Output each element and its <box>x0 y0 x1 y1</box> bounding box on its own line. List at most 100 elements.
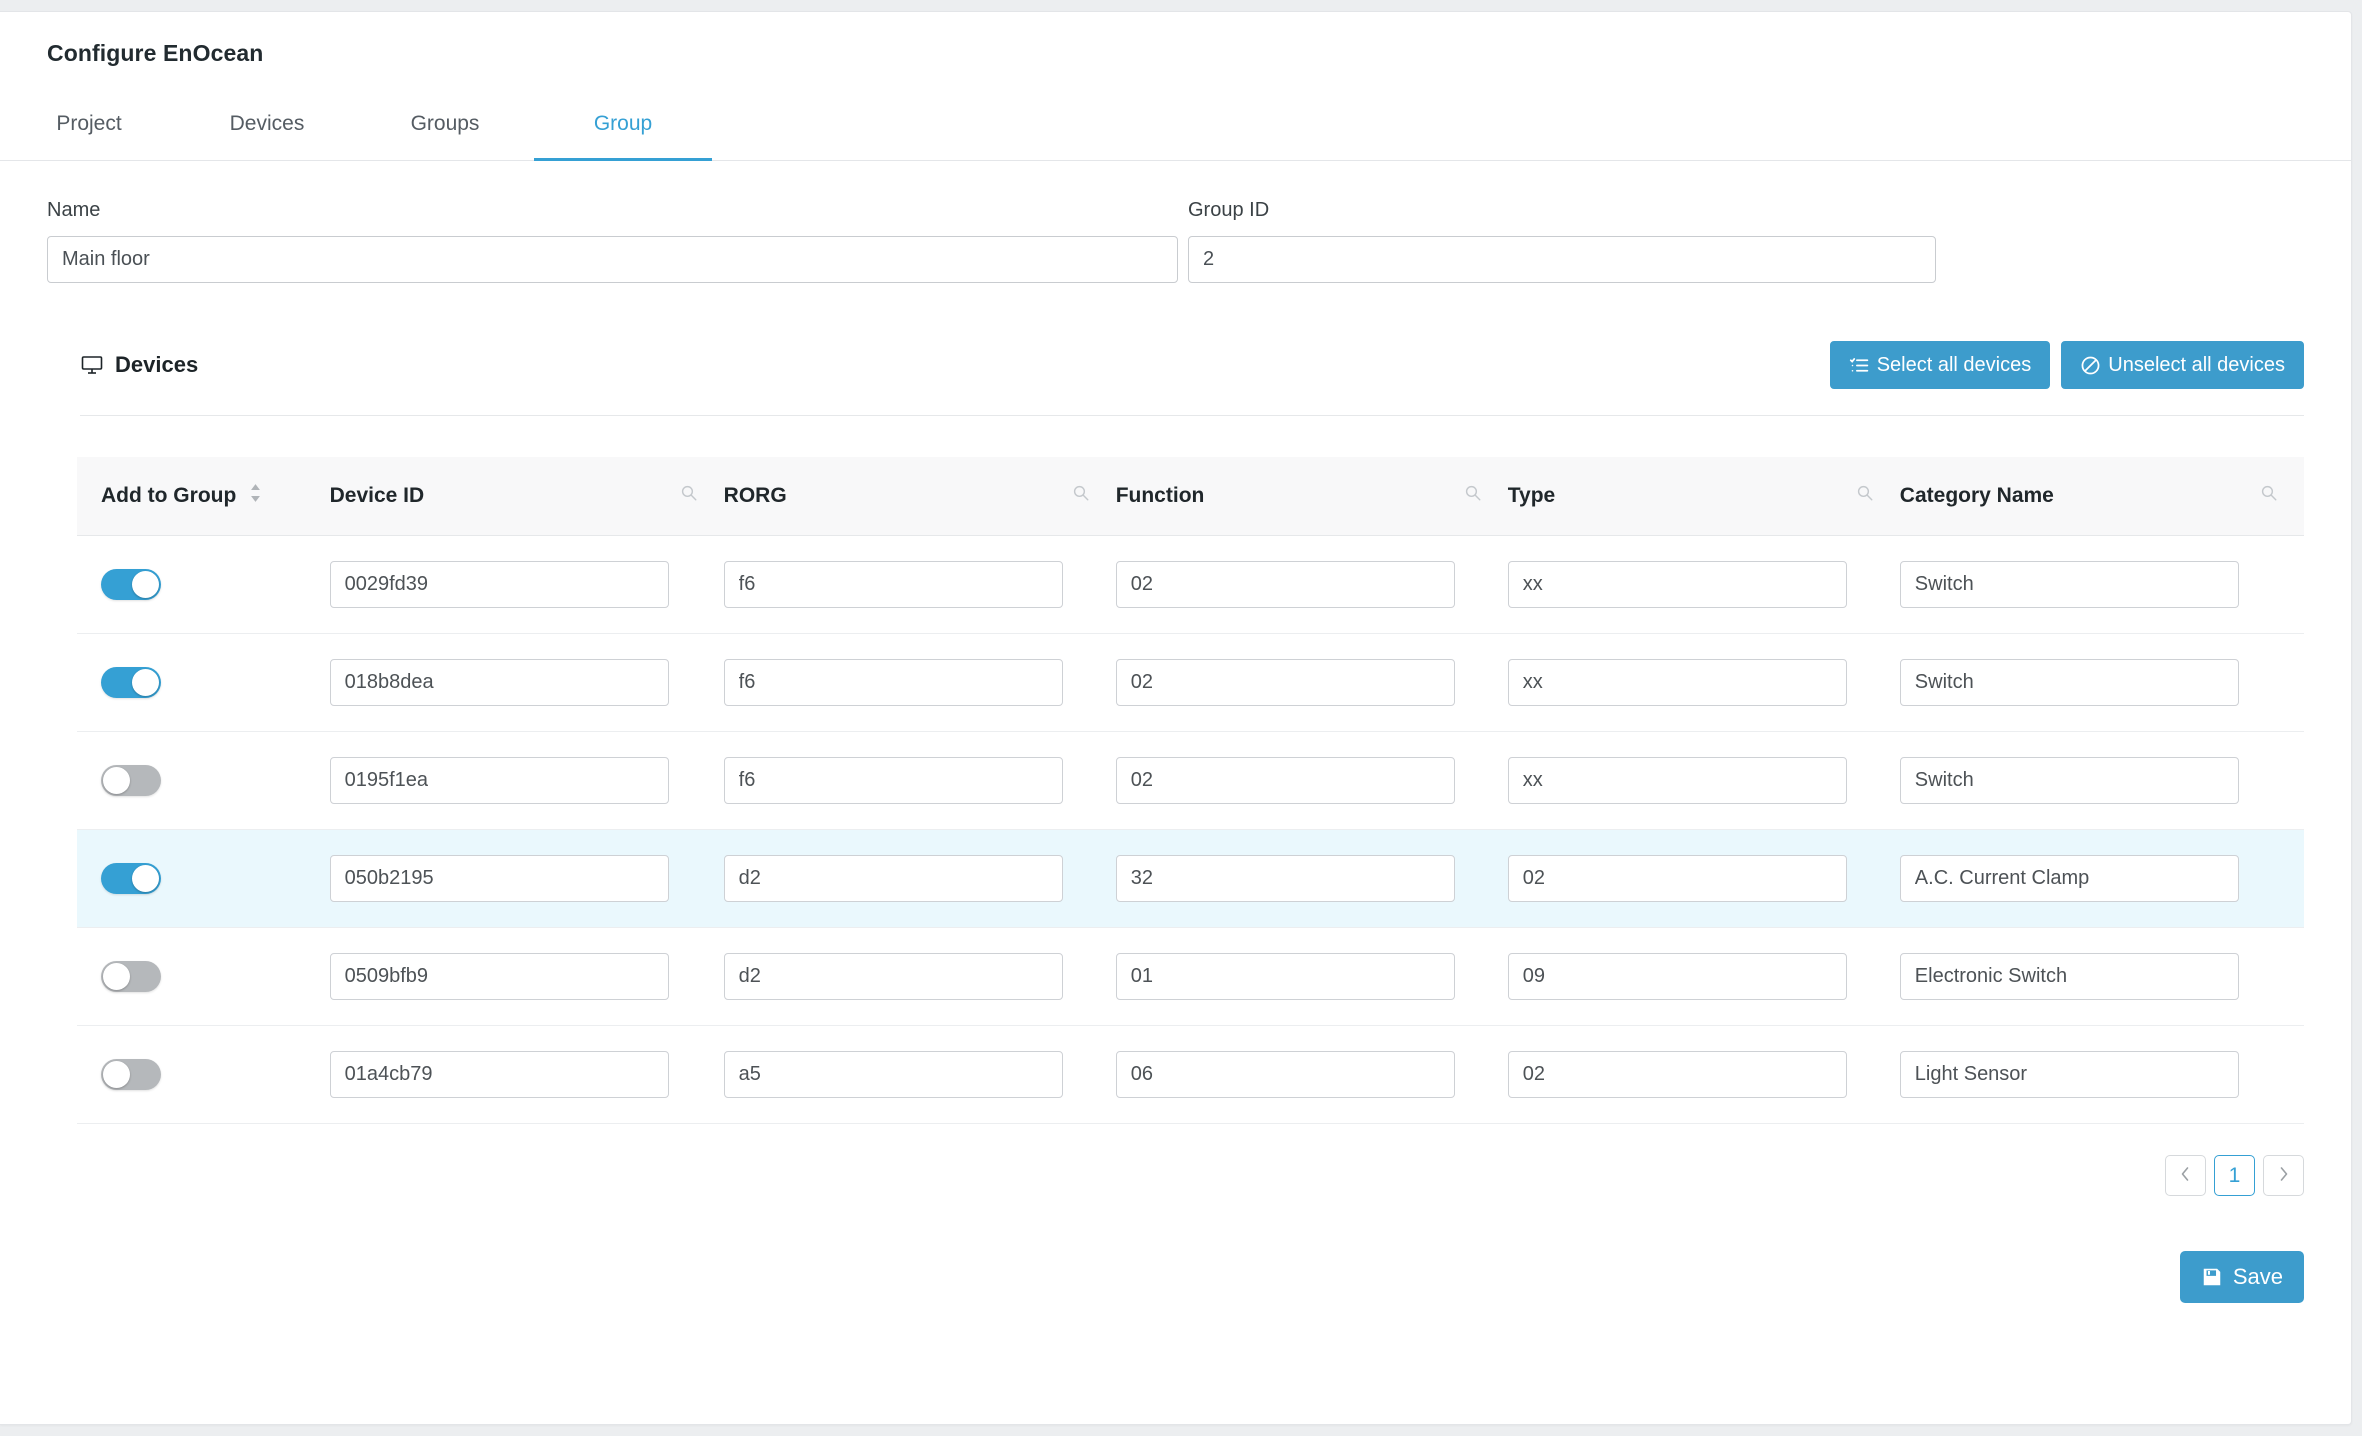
search-icon[interactable] <box>1072 484 1090 508</box>
select-all-devices-label: Select all devices <box>1876 353 2032 376</box>
category-cell <box>1899 536 2304 634</box>
page-root: Configure EnOcean Project Devices Groups Gr… <box>0 0 2362 1436</box>
device-id-cell <box>329 634 724 732</box>
rorg-cell <box>723 1026 1116 1124</box>
search-icon[interactable] <box>1464 484 1482 508</box>
search-icon[interactable] <box>2260 484 2278 508</box>
function-cell <box>1115 1026 1508 1124</box>
rorg-cell <box>723 928 1116 1026</box>
add-to-group-toggle[interactable] <box>101 961 161 992</box>
table-row[interactable] <box>77 1026 2304 1124</box>
category-input[interactable] <box>1899 855 2239 902</box>
device-id-input[interactable] <box>329 855 669 902</box>
column-header-add[interactable]: Add to Group <box>77 457 330 536</box>
category-input[interactable] <box>1899 561 2239 608</box>
tab-group[interactable]: Group <box>534 112 712 161</box>
devices-table-wrapper: Add to Group Device ID RORG Function Type Cat… <box>77 457 2304 1124</box>
add-to-group-toggle[interactable] <box>101 765 161 796</box>
device-id-input[interactable] <box>329 1051 669 1098</box>
add-to-group-cell <box>77 732 330 830</box>
add-to-group-cell <box>77 1026 330 1124</box>
table-row[interactable] <box>77 732 2304 830</box>
function-input[interactable] <box>1115 1051 1455 1098</box>
type-input[interactable] <box>1507 855 1847 902</box>
column-header-rorg[interactable]: RORG <box>723 457 1116 536</box>
unselect-all-devices-label: Unselect all devices <box>2108 353 2285 376</box>
category-input[interactable] <box>1899 1051 2239 1098</box>
table-row[interactable] <box>77 634 2304 732</box>
unselect-all-devices-button[interactable]: Unselect all devices <box>2061 341 2304 389</box>
table-body <box>77 536 2304 1124</box>
table-row[interactable] <box>77 829 2304 928</box>
rorg-input[interactable] <box>723 855 1063 902</box>
type-cell <box>1507 928 1900 1026</box>
column-header-category[interactable]: Category Name <box>1899 457 2304 536</box>
rorg-input[interactable] <box>723 1051 1063 1098</box>
device-id-cell <box>329 830 724 928</box>
toggle-knob <box>132 865 159 892</box>
type-input[interactable] <box>1507 659 1847 706</box>
pagination-prev-button[interactable] <box>2165 1155 2206 1196</box>
add-to-group-toggle[interactable] <box>101 667 161 698</box>
column-header-type[interactable]: Type <box>1507 457 1900 536</box>
name-input[interactable] <box>47 236 1178 283</box>
add-to-group-toggle[interactable] <box>101 1059 161 1090</box>
floppy-disk-icon <box>2201 1266 2223 1288</box>
rorg-input[interactable] <box>723 561 1063 608</box>
function-input[interactable] <box>1115 757 1455 804</box>
devices-toolbar: Devices Select all devices Unselect all … <box>80 341 2304 416</box>
function-input[interactable] <box>1115 561 1455 608</box>
add-to-group-toggle[interactable] <box>101 569 161 600</box>
toggle-knob <box>132 669 159 696</box>
type-input[interactable] <box>1507 757 1847 804</box>
pagination-page-button[interactable]: 1 <box>2214 1155 2255 1196</box>
category-input[interactable] <box>1899 953 2239 1000</box>
tab-devices[interactable]: Devices <box>178 112 356 161</box>
configure-card: Configure EnOcean Project Devices Groups Gr… <box>0 11 2352 1425</box>
rorg-cell <box>723 634 1116 732</box>
select-all-devices-button[interactable]: Select all devices <box>1829 341 2051 389</box>
sort-icon[interactable] <box>248 483 263 509</box>
column-header-label: Add to Group <box>101 484 237 507</box>
device-id-input[interactable] <box>329 659 669 706</box>
type-input[interactable] <box>1507 953 1847 1000</box>
device-id-input[interactable] <box>329 953 669 1000</box>
rorg-cell <box>723 732 1116 830</box>
save-button[interactable]: Save <box>2179 1251 2304 1303</box>
devices-section-title: Devices <box>80 352 198 378</box>
device-id-cell <box>329 1026 724 1124</box>
column-header-device_id[interactable]: Device ID <box>329 457 724 536</box>
rorg-input[interactable] <box>723 757 1063 804</box>
tab-project[interactable]: Project <box>0 112 178 161</box>
function-cell <box>1115 732 1508 830</box>
type-input[interactable] <box>1507 1051 1847 1098</box>
function-input[interactable] <box>1115 659 1455 706</box>
rorg-input[interactable] <box>723 659 1063 706</box>
group-id-input[interactable] <box>1188 236 1936 283</box>
device-id-input[interactable] <box>329 561 669 608</box>
category-input[interactable] <box>1899 659 2239 706</box>
chevron-right-icon <box>2277 1164 2290 1188</box>
add-to-group-toggle[interactable] <box>101 863 161 894</box>
function-input[interactable] <box>1115 953 1455 1000</box>
rorg-input[interactable] <box>723 953 1063 1000</box>
device-id-input[interactable] <box>329 757 669 804</box>
category-input[interactable] <box>1899 757 2239 804</box>
function-cell <box>1115 830 1508 928</box>
search-icon[interactable] <box>1856 484 1874 508</box>
function-input[interactable] <box>1115 855 1455 902</box>
add-to-group-cell <box>77 830 330 928</box>
toggle-knob <box>103 767 130 794</box>
tab-groups[interactable]: Groups <box>356 112 534 161</box>
table-row[interactable] <box>77 928 2304 1026</box>
column-header-function[interactable]: Function <box>1115 457 1508 536</box>
type-input[interactable] <box>1507 561 1847 608</box>
page-title: Configure EnOcean <box>47 40 264 66</box>
pagination-next-button[interactable] <box>2263 1155 2304 1196</box>
category-cell <box>1899 1026 2304 1124</box>
rorg-cell <box>723 536 1116 634</box>
column-header-label: Function <box>1115 484 1205 507</box>
search-icon[interactable] <box>680 484 698 508</box>
column-header-label: Device ID <box>329 484 425 507</box>
table-row[interactable] <box>77 536 2304 634</box>
